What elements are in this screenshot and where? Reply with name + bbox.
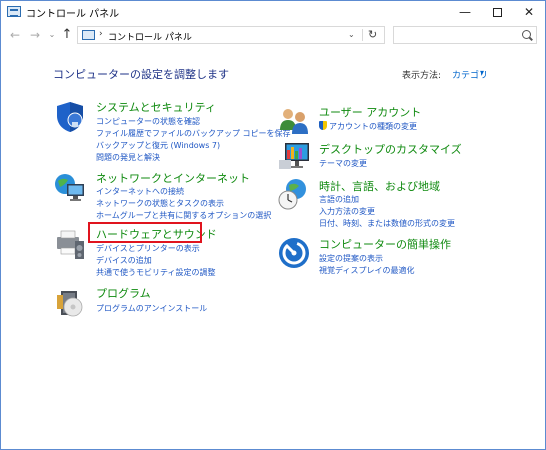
link-check-computer-status[interactable]: コンピューターの状態を確認 [96, 116, 200, 127]
programs-icon[interactable] [53, 285, 87, 319]
back-button[interactable]: ← [7, 27, 23, 43]
link-change-input-method[interactable]: 入力方法の変更 [319, 206, 375, 217]
category-ease-of-access[interactable]: コンピューターの簡単操作 [319, 236, 451, 252]
window-title: コントロール パネル [26, 9, 120, 20]
search-input[interactable] [393, 26, 537, 44]
link-change-account-type[interactable]: アカウントの種類の変更 [319, 121, 417, 132]
link-uninstall-program[interactable]: プログラムのアンインストール [96, 303, 207, 314]
refresh-button[interactable]: ↻ [368, 28, 377, 41]
control-panel-window: コントロール パネル — ✕ ← → ⌄ ↑ › コントロール パネル › ⌄ … [0, 0, 546, 450]
breadcrumb-separator-icon[interactable]: › [99, 29, 103, 39]
ease-of-access-icon[interactable] [277, 236, 311, 270]
clock-language-icon[interactable] [277, 177, 311, 211]
category-system-security[interactable]: システムとセキュリティ [96, 99, 216, 115]
title-bar: コントロール パネル — ✕ [1, 1, 545, 23]
link-add-device[interactable]: デバイスの追加 [96, 255, 152, 266]
link-connect-internet[interactable]: インターネットへの接続 [96, 186, 184, 197]
category-user-accounts[interactable]: ユーザー アカウント [319, 104, 421, 120]
control-panel-icon [7, 6, 21, 17]
link-change-theme[interactable]: テーマの変更 [319, 158, 367, 169]
breadcrumb-control-panel[interactable]: コントロール パネル [108, 30, 192, 43]
category-desktop-customization[interactable]: デスクトップのカスタマイズ [319, 141, 462, 157]
printer-icon[interactable] [53, 227, 87, 261]
minimize-button[interactable]: — [449, 1, 481, 23]
category-network-internet[interactable]: ネットワークとインターネット [96, 170, 250, 186]
link-optimize-display[interactable]: 視覚ディスプレイの最適化 [319, 265, 414, 276]
uac-shield-icon [319, 121, 327, 130]
link-change-account-type-label: アカウントの種類の変更 [329, 122, 417, 131]
navigation-bar: ← → ⌄ ↑ › コントロール パネル › ⌄ ↻ [1, 23, 545, 47]
link-network-status[interactable]: ネットワークの状態とタスクの表示 [96, 198, 224, 209]
recent-locations-button[interactable]: ⌄ [44, 27, 60, 43]
breadcrumb-end-separator-icon[interactable]: › [171, 29, 175, 39]
category-clock-language-region[interactable]: 時計、言語、および地域 [319, 178, 440, 194]
up-button[interactable]: ↑ [59, 27, 75, 43]
hardware-sound-highlight [88, 222, 202, 243]
maximize-icon [492, 8, 502, 17]
link-devices-printers[interactable]: デバイスとプリンターの表示 [96, 243, 200, 254]
address-divider [362, 29, 363, 41]
link-file-history-backup[interactable]: ファイル履歴でファイルのバックアップ コピーを保存 [96, 128, 291, 139]
network-globe-icon[interactable] [53, 171, 87, 205]
link-backup-restore[interactable]: バックアップと復元 (Windows 7) [96, 140, 220, 151]
link-suggested-settings[interactable]: 設定の提案の表示 [319, 253, 383, 264]
category-programs[interactable]: プログラム [96, 285, 151, 301]
forward-button[interactable]: → [27, 27, 43, 43]
page-title: コンピューターの設定を調整します [53, 68, 229, 81]
view-by-chevron-down-icon[interactable]: ▾ [480, 68, 484, 77]
close-button[interactable]: ✕ [513, 1, 545, 23]
maximize-button[interactable] [481, 1, 513, 23]
link-troubleshoot[interactable]: 問題の発見と解決 [96, 152, 160, 163]
shield-icon[interactable] [53, 100, 87, 134]
link-add-language[interactable]: 言語の追加 [319, 194, 359, 205]
desktop-customization-icon[interactable] [277, 140, 311, 174]
search-icon[interactable] [522, 30, 531, 39]
address-bar[interactable]: › コントロール パネル › ⌄ ↻ [77, 26, 385, 44]
link-mobility-settings[interactable]: 共通で使うモビリティ設定の調整 [96, 267, 216, 278]
link-change-date-format[interactable]: 日付、時刻、または数値の形式の変更 [319, 218, 455, 229]
address-dropdown-icon[interactable]: ⌄ [348, 30, 355, 39]
link-homegroup-sharing[interactable]: ホームグループと共有に関するオプションの選択 [96, 210, 271, 221]
view-by-label: 表示方法: [402, 71, 442, 81]
control-panel-address-icon [82, 30, 95, 40]
user-accounts-icon[interactable] [277, 104, 311, 138]
